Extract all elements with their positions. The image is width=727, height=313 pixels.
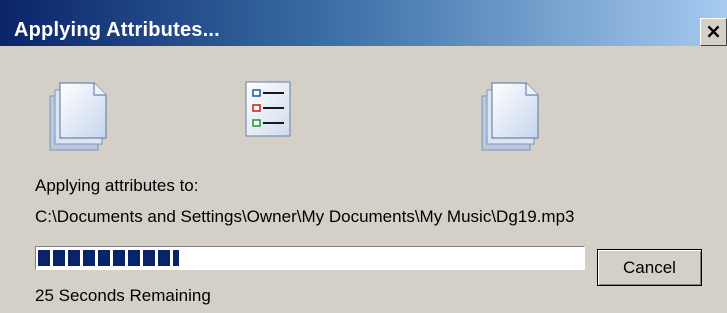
close-icon: ×	[705, 19, 722, 43]
cancel-button-label: Cancel	[623, 257, 676, 277]
dialog-title: Applying Attributes...	[14, 19, 220, 41]
title-bar[interactable]: Applying Attributes... ×	[0, 0, 727, 46]
close-button[interactable]: ×	[700, 18, 727, 46]
progress-bar	[35, 246, 585, 270]
applying-attributes-dialog: Applying Attributes... × Applying attrib…	[0, 0, 727, 313]
applying-attributes-label: Applying attributes to:	[35, 176, 199, 195]
attributes-checklist-icon	[245, 81, 291, 137]
cancel-button[interactable]: Cancel	[597, 249, 702, 286]
time-remaining-label: 25 Seconds Remaining	[35, 286, 211, 305]
file-path-label: C:\Documents and Settings\Owner\My Docum…	[35, 207, 575, 226]
progress-bar-fill	[38, 250, 179, 266]
destination-documents-icon	[481, 82, 539, 151]
source-documents-icon	[49, 82, 107, 151]
